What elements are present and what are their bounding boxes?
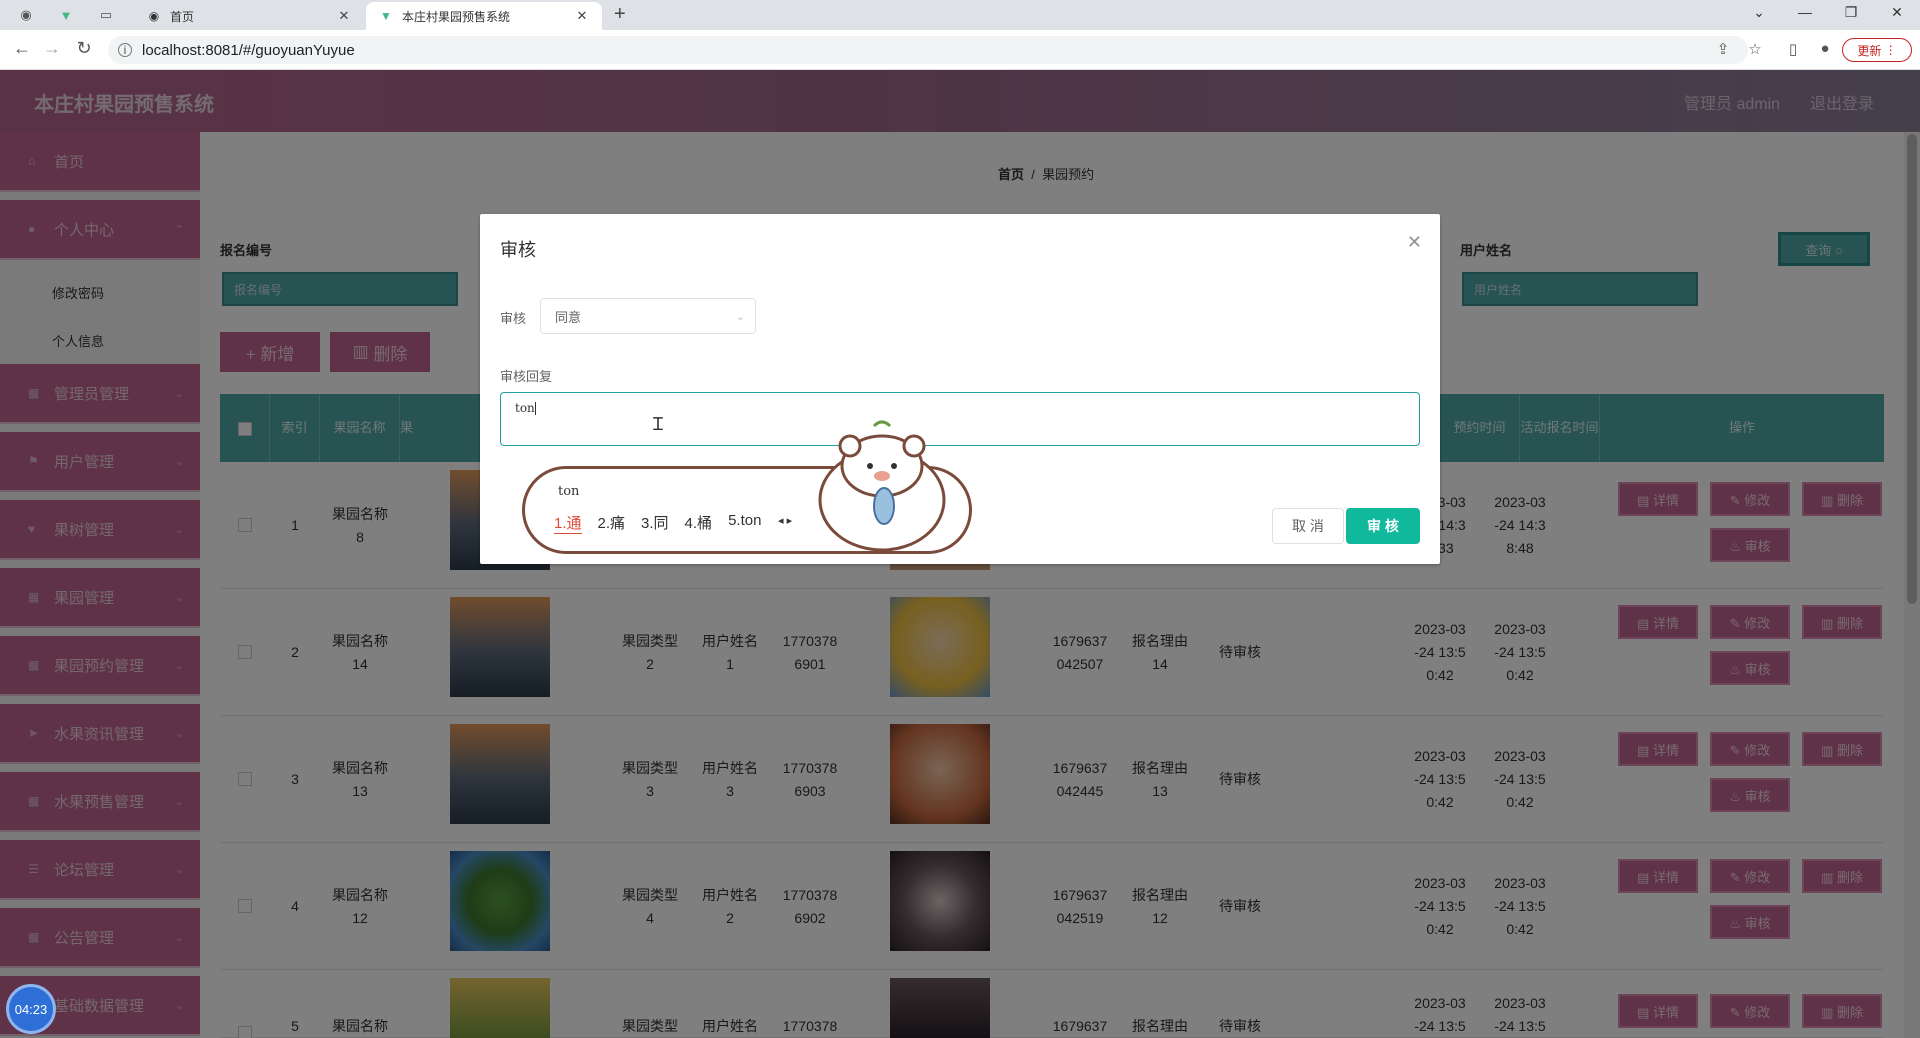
ime-composition: ton <box>558 484 580 499</box>
chevron-down-icon[interactable]: ⌄ <box>1744 4 1774 21</box>
new-tab-icon[interactable]: + <box>614 3 626 26</box>
minimize-icon[interactable]: — <box>1790 4 1820 20</box>
restore-icon[interactable]: ❐ <box>1836 4 1866 21</box>
close-window-icon[interactable]: ✕ <box>1882 4 1912 21</box>
ibeam-cursor-icon: Ɪ <box>653 414 664 434</box>
back-icon[interactable]: ← <box>10 38 34 59</box>
cancel-button[interactable]: 取 消 <box>1272 508 1344 544</box>
dialog-title: 审核 <box>500 240 536 260</box>
share-icon[interactable]: ⇪ <box>1712 40 1734 58</box>
github-icon[interactable]: ◉ <box>14 4 38 26</box>
address-bar: ← → ↻ i localhost:8081/#/guoyuanYuyue ⇪ … <box>0 30 1920 70</box>
reload-icon[interactable]: ↻ <box>72 38 96 59</box>
vue-icon: ▼ <box>380 9 392 23</box>
timer-badge[interactable]: 04:23 <box>6 984 56 1034</box>
audit-select[interactable]: 同意 ⌄ <box>540 298 756 334</box>
audit-submit-button[interactable]: 审 核 <box>1346 508 1420 544</box>
url-field[interactable]: i localhost:8081/#/guoyuanYuyue <box>108 36 1748 64</box>
text-caret <box>534 402 536 415</box>
vue-icon[interactable]: ▼ <box>54 4 78 26</box>
sidepanel-icon[interactable]: ▯ <box>1782 40 1804 58</box>
forward-icon[interactable]: → <box>40 38 64 59</box>
tab-label: 本庄村果园预售系统 <box>402 9 511 24</box>
globe-icon: ◉ <box>148 9 160 23</box>
blank-tab-icon[interactable]: ▭ <box>94 4 118 26</box>
url-text: localhost:8081/#/guoyuanYuyue <box>142 41 355 59</box>
ime-candidate[interactable]: 2.痛 <box>598 512 626 534</box>
ime-candidate[interactable]: 1.通 <box>554 512 582 534</box>
tab-label: 首页 <box>170 9 195 24</box>
mascot-bear-icon <box>818 420 946 552</box>
ime-page-arrows-icon[interactable]: ◂ ▸ <box>778 514 792 527</box>
ime-candidate[interactable]: 3.同 <box>641 512 669 534</box>
close-icon[interactable]: ✕ <box>1407 232 1422 253</box>
browser-tab-app[interactable]: ▼ 本庄村果园预售系统 ✕ <box>366 2 602 30</box>
ime-candidate[interactable]: 5.ton <box>728 512 761 534</box>
audit-select-value: 同意 <box>555 309 582 325</box>
close-icon[interactable]: ✕ <box>574 8 590 24</box>
ime-candidate-popup: ton 1.通 2.痛 3.同 4.桶 5.ton ◂ ▸ <box>522 420 972 554</box>
chevron-down-icon: ⌄ <box>735 310 745 323</box>
browser-tab-bar: ◉ ▼ ▭ ◉ 首页 ✕ ▼ 本庄村果园预售系统 ✕ + ⌄ — ❐ ✕ <box>0 0 1920 30</box>
ime-candidate[interactable]: 4.桶 <box>685 512 713 534</box>
ime-candidates: 1.通 2.痛 3.同 4.桶 5.ton <box>554 512 761 534</box>
profile-icon[interactable]: ● <box>1814 40 1836 57</box>
reply-textarea[interactable]: ton <box>500 392 1420 446</box>
audit-label: 审核 <box>500 311 527 326</box>
star-icon[interactable]: ☆ <box>1744 40 1766 58</box>
reply-text: ton <box>515 401 535 415</box>
update-button[interactable]: 更新 ⋮ <box>1842 38 1912 62</box>
info-icon[interactable]: i <box>118 43 132 57</box>
reply-label: 审核回复 <box>500 369 553 384</box>
close-icon[interactable]: ✕ <box>336 8 352 24</box>
browser-tab-home[interactable]: ◉ 首页 ✕ <box>134 2 364 30</box>
